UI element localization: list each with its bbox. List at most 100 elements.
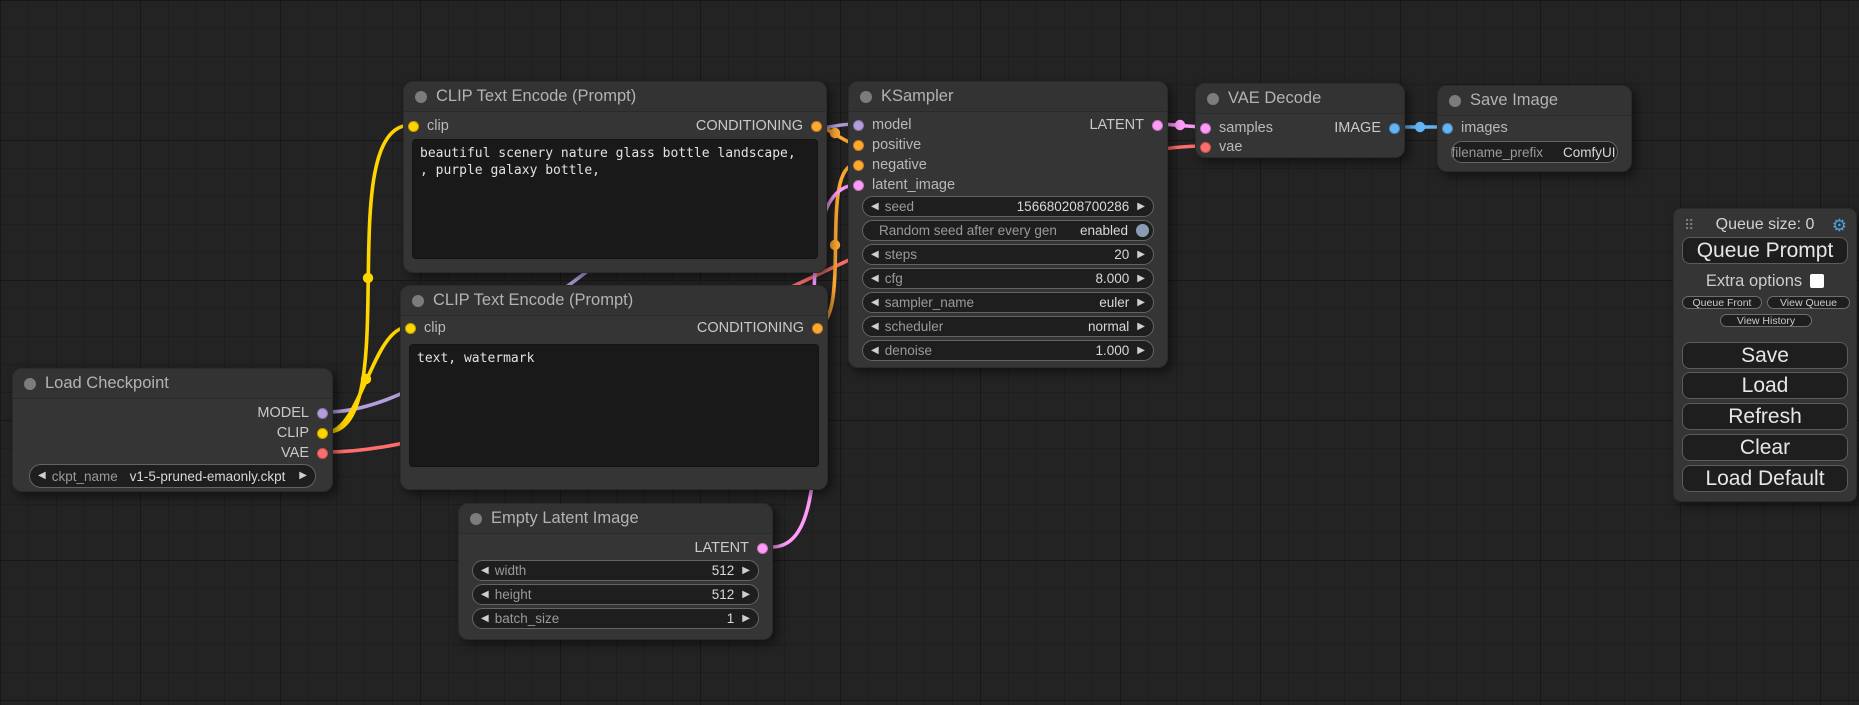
queue-prompt-button[interactable]: Queue Prompt [1682,237,1848,264]
clip-input-port[interactable] [408,121,419,132]
widget-label: filename_prefix [1451,145,1543,160]
random-seed-toggle-widget[interactable]: Random seed after every gen enabled [862,220,1154,241]
node-save-image: Save Image images filename_prefix ComfyU… [1437,85,1632,172]
clip-input-port[interactable] [405,323,416,334]
load-button[interactable]: Load [1682,372,1848,399]
collapse-dot-icon[interactable] [24,378,36,390]
view-queue-button[interactable]: View Queue [1767,296,1850,309]
increment-icon[interactable]: ▶ [742,614,750,624]
node-title: CLIP Text Encode (Prompt) [433,291,633,310]
next-value-icon[interactable]: ▶ [299,471,307,481]
prev-value-icon[interactable]: ◀ [871,322,879,332]
load-default-button[interactable]: Load Default [1682,465,1848,492]
node-title: Save Image [1470,91,1558,110]
conditioning-output-port[interactable] [812,323,823,334]
increment-icon[interactable]: ▶ [742,590,750,600]
view-history-button[interactable]: View History [1720,314,1812,327]
width-widget[interactable]: ◀ width 512 ▶ [472,560,759,581]
clip-output-port[interactable] [317,428,328,439]
prev-value-icon[interactable]: ◀ [871,298,879,308]
images-input-port[interactable] [1442,123,1453,134]
scheduler-widget[interactable]: ◀ scheduler normal ▶ [862,316,1154,337]
node-title: Load Checkpoint [45,374,169,393]
node-title-bar[interactable]: VAE Decode [1196,84,1404,114]
widget-value: 512 [532,563,736,578]
decrement-icon[interactable]: ◀ [481,566,489,576]
collapse-dot-icon[interactable] [1207,93,1219,105]
node-ksampler: KSampler model positive negative latent_… [848,81,1168,368]
settings-gear-icon[interactable]: ⚙ [1832,217,1847,234]
clear-button[interactable]: Clear [1682,434,1848,461]
cfg-widget[interactable]: ◀ cfg 8.000 ▶ [862,268,1154,289]
latent-output-port[interactable] [757,543,768,554]
negative-prompt-textarea[interactable]: text, watermark [409,344,819,467]
latent-image-input-port[interactable] [853,180,864,191]
positive-prompt-textarea[interactable]: beautiful scenery nature glass bottle la… [412,139,818,259]
queue-front-button[interactable]: Queue Front [1682,296,1762,309]
queue-panel-header: ⠿ Queue size: 0 ⚙ [1674,214,1856,236]
slot-label: CONDITIONING [696,118,803,134]
steps-widget[interactable]: ◀ steps 20 ▶ [862,244,1154,265]
increment-icon[interactable]: ▶ [742,566,750,576]
widget-label: cfg [885,271,903,286]
increment-icon[interactable]: ▶ [1137,250,1145,260]
node-title-bar[interactable]: Save Image [1438,86,1631,116]
input-slot-images: images [1442,118,1508,138]
output-slot-model: MODEL [257,403,328,423]
node-title-bar[interactable]: Load Checkpoint [13,369,332,399]
decrement-icon[interactable]: ◀ [481,590,489,600]
collapse-dot-icon[interactable] [415,91,427,103]
image-output-port[interactable] [1389,123,1400,134]
button-label: Load [1742,374,1789,398]
decrement-icon[interactable]: ◀ [871,202,879,212]
increment-icon[interactable]: ▶ [1137,274,1145,284]
collapse-dot-icon[interactable] [1449,95,1461,107]
slot-label: vae [1219,139,1242,155]
vae-output-port[interactable] [317,448,328,459]
positive-input-port[interactable] [853,140,864,151]
decrement-icon[interactable]: ◀ [871,274,879,284]
widget-value: euler [980,295,1131,310]
node-load-checkpoint: Load Checkpoint MODEL CLIP VAE ◀ ckpt_na… [12,368,333,492]
batch-size-widget[interactable]: ◀ batch_size 1 ▶ [472,608,759,629]
save-button[interactable]: Save [1682,342,1848,369]
denoise-widget[interactable]: ◀ denoise 1.000 ▶ [862,340,1154,361]
seed-widget[interactable]: ◀ seed 156680208700286 ▶ [862,196,1154,217]
sampler-name-widget[interactable]: ◀ sampler_name euler ▶ [862,292,1154,313]
negative-input-port[interactable] [853,160,864,171]
drag-handle-icon[interactable]: ⠿ [1684,217,1694,234]
collapse-dot-icon[interactable] [860,91,872,103]
next-value-icon[interactable]: ▶ [1137,322,1145,332]
collapse-dot-icon[interactable] [470,513,482,525]
slot-label: MODEL [257,405,309,421]
slot-label: model [872,117,912,133]
latent-output-port[interactable] [1152,120,1163,131]
model-input-port[interactable] [853,120,864,131]
model-output-port[interactable] [317,408,328,419]
input-slot-latent-image: latent_image [853,175,955,195]
decrement-icon[interactable]: ◀ [871,250,879,260]
collapse-dot-icon[interactable] [412,295,424,307]
output-slot-conditioning: CONDITIONING [697,318,823,338]
node-title-bar[interactable]: CLIP Text Encode (Prompt) [404,82,826,112]
widget-value: ComfyUI [1563,145,1618,160]
prev-value-icon[interactable]: ◀ [38,471,46,481]
extra-options-checkbox[interactable] [1810,274,1824,288]
node-title-bar[interactable]: KSampler [849,82,1167,112]
height-widget[interactable]: ◀ height 512 ▶ [472,584,759,605]
decrement-icon[interactable]: ◀ [871,346,879,356]
vae-input-port[interactable] [1200,142,1211,153]
node-title-bar[interactable]: CLIP Text Encode (Prompt) [401,286,827,316]
next-value-icon[interactable]: ▶ [1137,298,1145,308]
refresh-button[interactable]: Refresh [1682,403,1848,430]
filename-prefix-widget[interactable]: filename_prefix ComfyUI [1451,141,1618,163]
ckpt-name-widget[interactable]: ◀ ckpt_name v1-5-pruned-emaonly.ckpt ▶ [29,464,316,488]
decrement-icon[interactable]: ◀ [481,614,489,624]
samples-input-port[interactable] [1200,123,1211,134]
toggle-dot-icon[interactable] [1136,224,1149,237]
node-title-bar[interactable]: Empty Latent Image [459,504,772,534]
increment-icon[interactable]: ▶ [1137,346,1145,356]
node-graph-canvas[interactable]: Load Checkpoint MODEL CLIP VAE ◀ ckpt_na… [0,0,1859,705]
increment-icon[interactable]: ▶ [1137,202,1145,212]
conditioning-output-port[interactable] [811,121,822,132]
